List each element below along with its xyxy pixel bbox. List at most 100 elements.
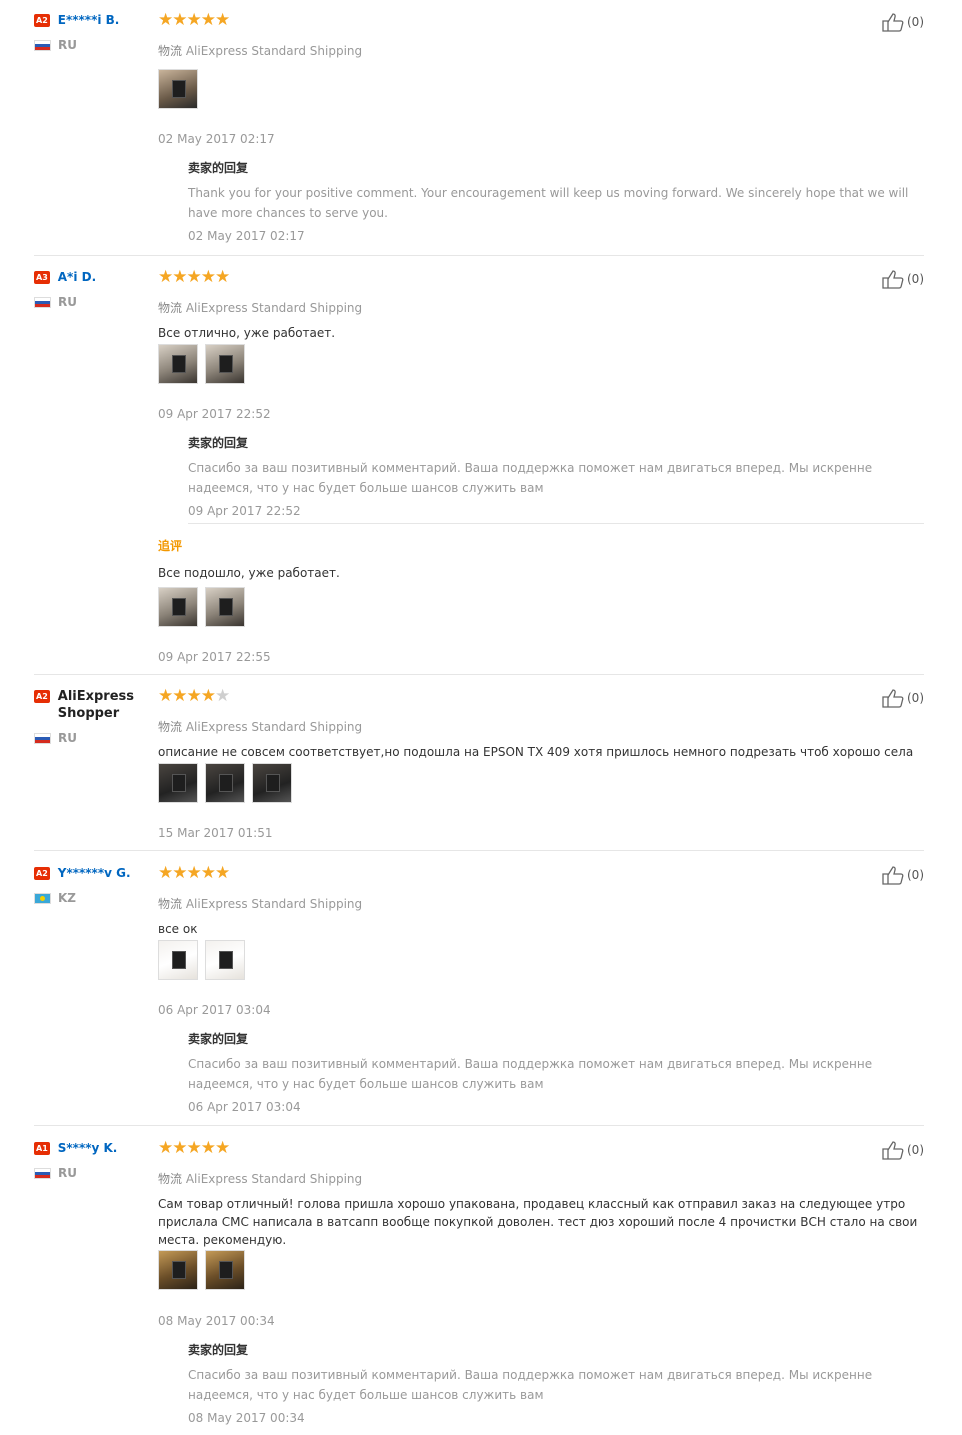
logistics-label: 物流: [158, 301, 183, 315]
reviewer-country: RU: [34, 295, 152, 309]
helpful-button[interactable]: (0): [882, 865, 924, 885]
seller-reply-date: 08 May 2017 00:34: [188, 1411, 305, 1425]
star-icon: ★: [186, 10, 202, 30]
star-icon: ★: [158, 267, 173, 287]
star-icon: ★: [200, 863, 216, 883]
review-photo[interactable]: [205, 940, 245, 980]
seller-reply-date: 09 Apr 2017 22:52: [188, 504, 301, 518]
logistics-label: 物流: [158, 897, 183, 911]
star-icon: ★: [172, 10, 187, 30]
star-icon: ★: [215, 863, 230, 883]
star-icon: ★: [158, 1138, 173, 1158]
helpful-count: (0): [907, 691, 924, 705]
country-flag-icon: [34, 892, 51, 904]
shipping-method: 物流 AliExpress Standard Shipping: [158, 718, 362, 735]
helpful-button[interactable]: (0): [882, 688, 924, 708]
reviewer-name[interactable]: S****y K.: [58, 1140, 118, 1157]
reviewer-line: A2 E*****i B.: [34, 12, 152, 29]
reviewer-name[interactable]: A*i D.: [58, 269, 96, 286]
star-icon: ★: [186, 863, 202, 883]
seller-reply-title: 卖家的回复: [188, 1032, 249, 1046]
review-body: ★★★★★ 物流 AliExpress Standard Shipping опис…: [158, 688, 924, 850]
helpful-button[interactable]: (0): [882, 1140, 924, 1160]
review-photo[interactable]: [158, 587, 198, 627]
review-photo[interactable]: [205, 763, 245, 803]
review-images: [158, 1250, 252, 1290]
review-date: 08 May 2017 00:34: [158, 1314, 275, 1328]
review-item: A1 S****y K. RU ★★★★★ 物流 AliExpress Standard…: [34, 1140, 924, 1435]
additional-review-title: 追评: [158, 539, 183, 553]
buyer-level-badge: A1: [34, 1142, 50, 1155]
review-item: A2 AliExpress Shopper RU ★★★★★ 物流 AliExpress…: [34, 688, 924, 851]
star-icon: ★: [172, 686, 187, 706]
review-photo[interactable]: [158, 763, 198, 803]
star-icon: ★: [186, 686, 202, 706]
thumbs-up-icon: [882, 13, 904, 32]
review-photo[interactable]: [205, 587, 245, 627]
review-item: A2 E*****i B. RU ★★★★★ 物流 AliExpress Standar…: [34, 12, 924, 256]
shipping-name: AliExpress Standard Shipping: [185, 44, 363, 58]
review-date: 06 Apr 2017 03:04: [158, 1003, 271, 1017]
review-photo[interactable]: [158, 344, 198, 384]
review-feed: A2 E*****i B. RU ★★★★★ 物流 AliExpress Standar…: [0, 0, 962, 1435]
buyer-level-badge: A2: [34, 690, 50, 703]
star-icon: ★: [215, 10, 230, 30]
review-images: [158, 763, 299, 803]
seller-reply-date: 06 Apr 2017 03:04: [188, 1100, 301, 1114]
review-text: описание не совсем соответствует,но подо…: [158, 745, 914, 759]
additional-review-images: [158, 587, 252, 627]
thumbs-up-icon: [882, 866, 904, 885]
review-item: A2 Y******v G. KZ ★★★★★ 物流 AliExpress Standa…: [34, 865, 924, 1126]
star-icon: ★: [158, 863, 173, 883]
review-images: [158, 69, 205, 109]
seller-reply-title: 卖家的回复: [188, 436, 249, 450]
additional-review-text: Все подошло, уже работает.: [158, 566, 340, 580]
logistics-label: 物流: [158, 44, 183, 58]
review-photo[interactable]: [158, 940, 198, 980]
helpful-count: (0): [907, 15, 924, 29]
logistics-label: 物流: [158, 720, 183, 734]
review-photo[interactable]: [205, 344, 245, 384]
shipping-method: 物流 AliExpress Standard Shipping: [158, 1170, 362, 1187]
reviewer-line: A2 AliExpress Shopper: [34, 688, 152, 722]
review-photo[interactable]: [205, 1250, 245, 1290]
helpful-button[interactable]: (0): [882, 12, 924, 32]
buyer-level-badge: A3: [34, 271, 50, 284]
star-icon: ★: [200, 10, 216, 30]
country-flag-icon: [34, 732, 51, 744]
reviewer-info: A2 AliExpress Shopper RU: [34, 688, 152, 745]
seller-reply-title: 卖家的回复: [188, 1343, 249, 1357]
star-icon: ★: [200, 267, 216, 287]
reviewer-line: A2 Y******v G.: [34, 865, 152, 882]
star-icon: ★: [200, 686, 216, 706]
country-code: RU: [58, 295, 77, 309]
reviewer-country: RU: [34, 731, 152, 745]
seller-reply-text: Спасибо за ваш позитивный комментарий. В…: [188, 461, 873, 495]
review-photo[interactable]: [158, 1250, 198, 1290]
star-rating: ★★★★★: [158, 10, 230, 30]
shipping-name: AliExpress Standard Shipping: [185, 720, 363, 734]
reviewer-name[interactable]: E*****i B.: [58, 12, 120, 29]
shipping-method: 物流 AliExpress Standard Shipping: [158, 299, 362, 316]
star-icon: ★: [172, 863, 187, 883]
shipping-method: 物流 AliExpress Standard Shipping: [158, 895, 362, 912]
star-rating: ★★★★★: [158, 863, 230, 883]
helpful-count: (0): [907, 272, 924, 286]
seller-reply-text: Thank you for your positive comment. You…: [188, 186, 909, 220]
review-photo[interactable]: [252, 763, 292, 803]
star-icon: ★: [158, 686, 173, 706]
review-date: 15 Mar 2017 01:51: [158, 826, 273, 840]
additional-review-date: 09 Apr 2017 22:55: [158, 650, 271, 664]
country-code: RU: [58, 731, 77, 745]
reviewer-country: KZ: [34, 891, 152, 905]
reviewer-name[interactable]: Y******v G.: [58, 865, 131, 882]
buyer-level-badge: A2: [34, 867, 50, 880]
review-photo[interactable]: [158, 69, 198, 109]
thumbs-up-icon: [882, 689, 904, 708]
review-images: [158, 344, 252, 384]
country-code: KZ: [58, 891, 76, 905]
reviewer-country: RU: [34, 38, 152, 52]
helpful-button[interactable]: (0): [882, 269, 924, 289]
star-icon: ★: [172, 1138, 187, 1158]
shipping-name: AliExpress Standard Shipping: [185, 1172, 363, 1186]
